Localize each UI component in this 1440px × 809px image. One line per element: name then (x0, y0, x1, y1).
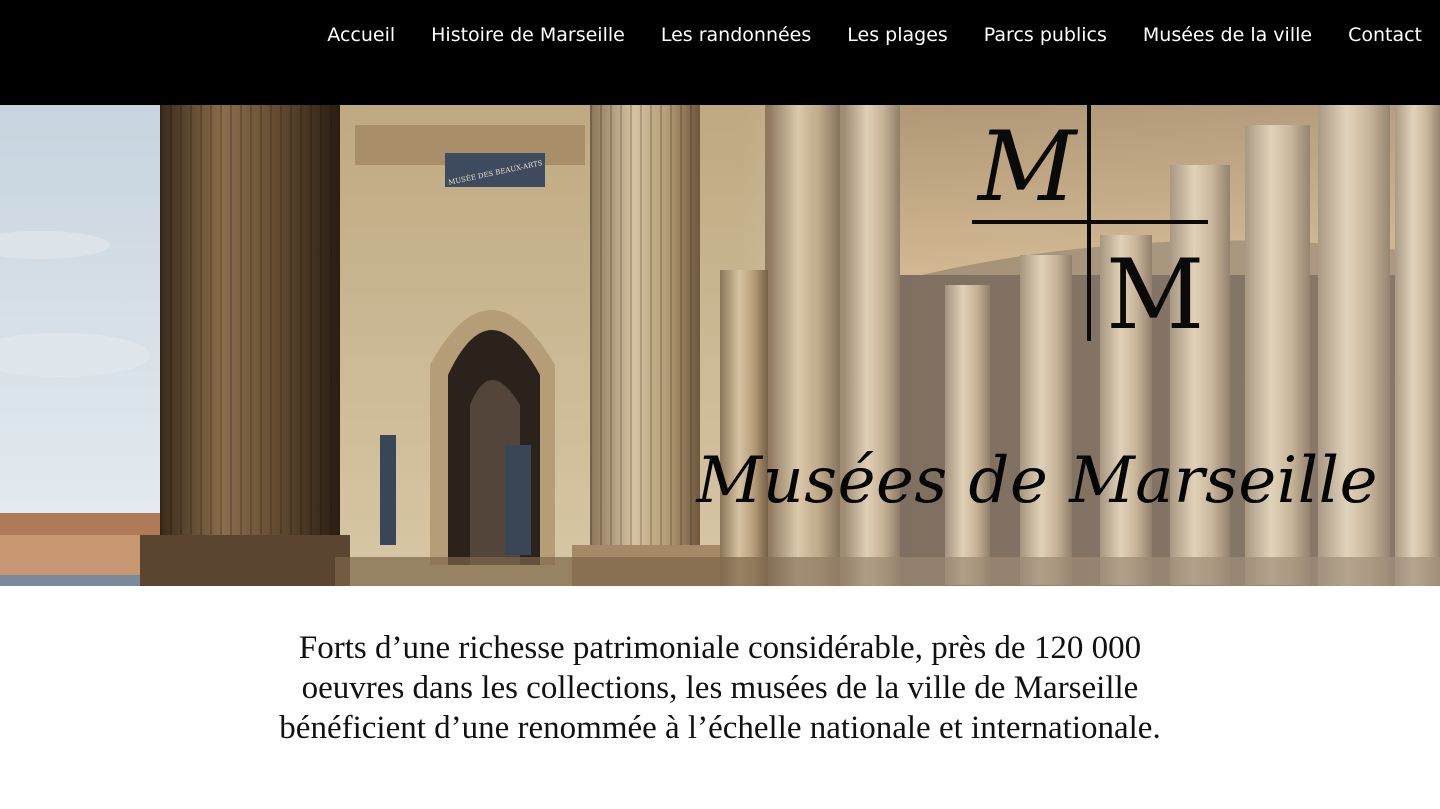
menu-item-accueil: Accueil (309, 22, 413, 48)
nav-link-plages[interactable]: Les plages (829, 22, 966, 48)
monogram-top-letter: M (978, 111, 1077, 223)
menu-item-randonnees: Les randonnées (643, 22, 829, 48)
main-menu: Accueil Histoire de Marseille Les randon… (309, 22, 1422, 48)
nav-link-parcs[interactable]: Parcs publics (966, 22, 1125, 48)
top-navigation-bar: Accueil Histoire de Marseille Les randon… (0, 0, 1440, 105)
nav-link-musees[interactable]: Musées de la ville (1125, 22, 1330, 48)
nav-link-histoire[interactable]: Histoire de Marseille (413, 22, 643, 48)
hero-banner: MUSÉE DES BEAUX-ARTS M M Musées de Marse… (0, 105, 1440, 586)
monogram-bottom-letter: M (1106, 239, 1205, 351)
intro-paragraph: Forts d’une richesse patrimoniale consid… (279, 630, 1161, 746)
hero-title: Musées de Marseille (696, 444, 1378, 518)
musees-monogram-logo: M M (972, 105, 1210, 345)
nav-link-randonnees[interactable]: Les randonnées (643, 22, 829, 48)
menu-item-parcs: Parcs publics (966, 22, 1125, 48)
menu-item-histoire: Histoire de Marseille (413, 22, 643, 48)
nav-link-contact[interactable]: Contact (1330, 22, 1422, 48)
nav-link-accueil[interactable]: Accueil (309, 22, 413, 48)
menu-item-contact: Contact (1330, 22, 1422, 48)
menu-item-plages: Les plages (829, 22, 966, 48)
menu-item-musees: Musées de la ville (1125, 22, 1330, 48)
